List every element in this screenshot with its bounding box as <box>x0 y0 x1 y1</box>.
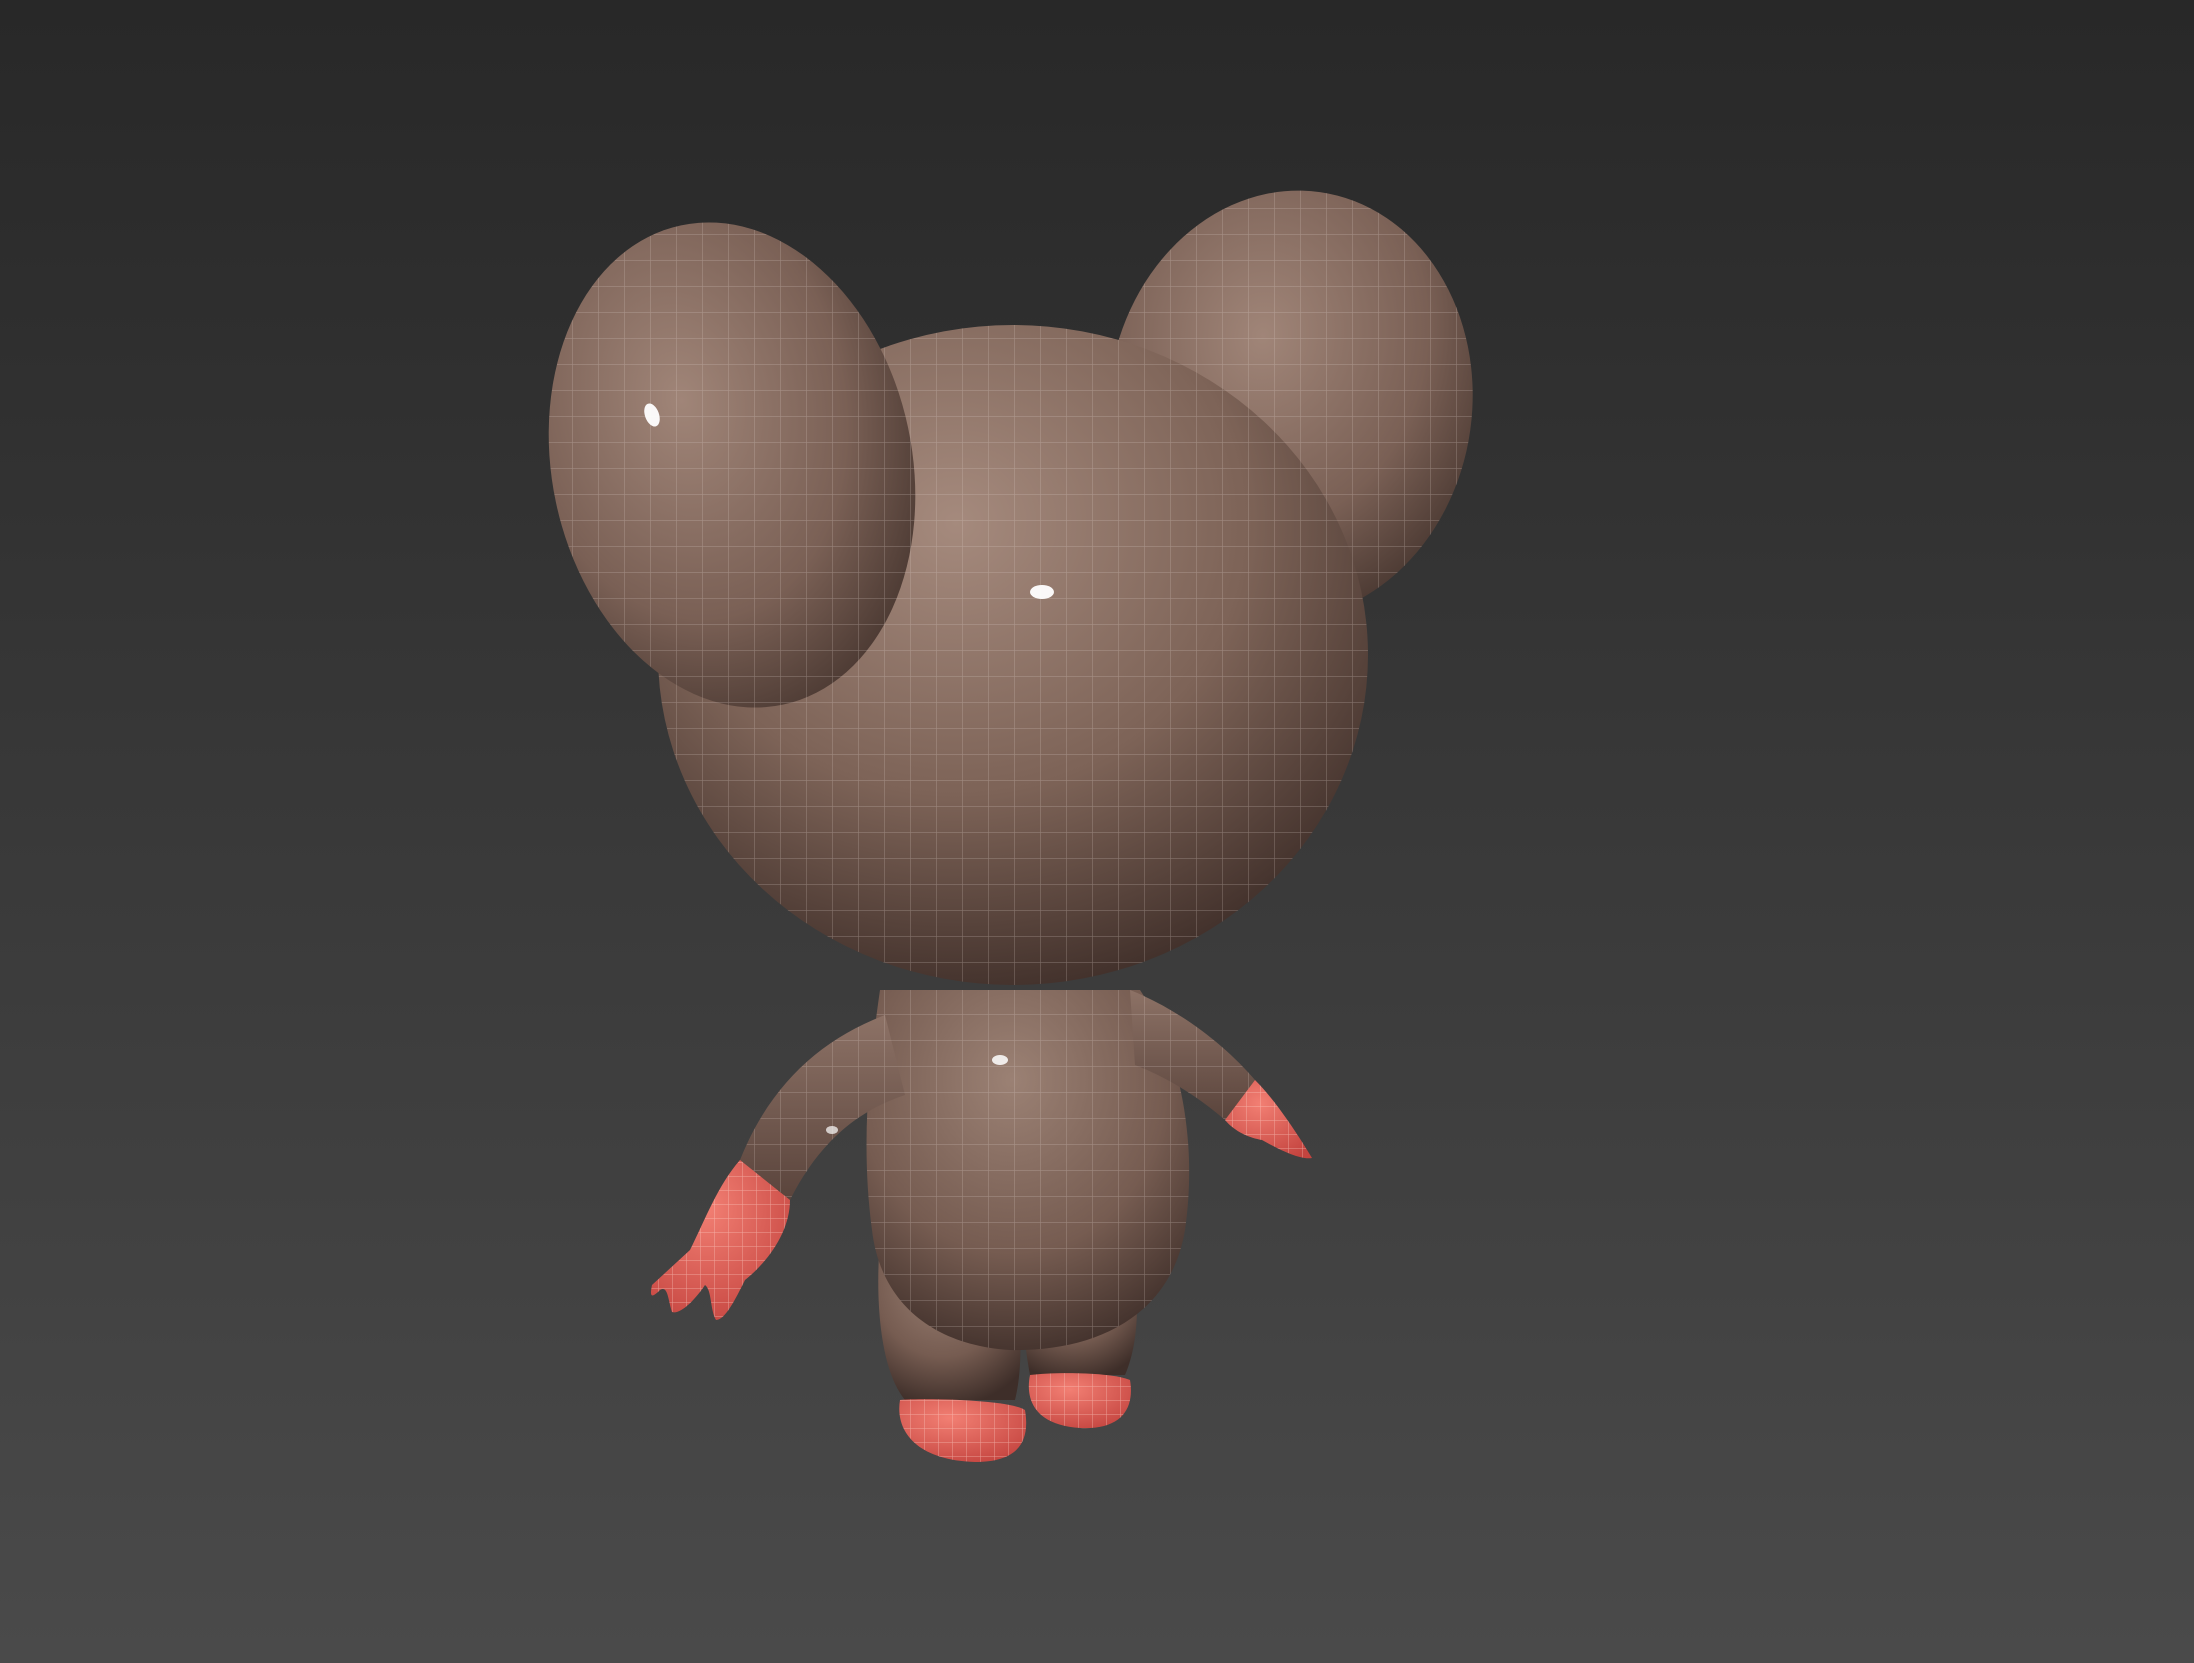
3d-viewport[interactable] <box>0 0 2194 1663</box>
viewport-canvas[interactable] <box>0 0 2194 1663</box>
